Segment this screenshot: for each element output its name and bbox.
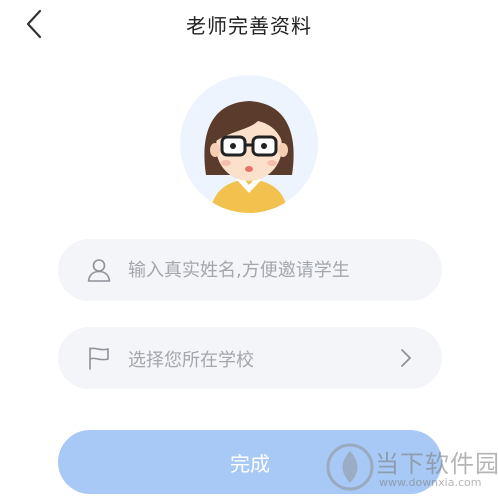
user-icon (87, 259, 111, 282)
watermark-en-text: www.downxia.com (379, 476, 482, 489)
name-input[interactable] (128, 239, 418, 301)
watermark: 当下软件园 www.downxia.com (325, 440, 498, 496)
header-bar: 老师完善资料 (0, 0, 498, 48)
school-select-label: 选择您所在学校 (128, 350, 254, 371)
page-title: 老师完善资料 (186, 14, 312, 38)
downxia-logo-icon (326, 443, 374, 491)
name-field[interactable] (58, 239, 442, 301)
teacher-avatar-icon (180, 75, 318, 213)
chevron-right-icon (401, 349, 411, 367)
flag-icon (89, 347, 109, 370)
watermark-cn-text: 当下软件园 (375, 450, 498, 478)
school-select[interactable]: 选择您所在学校 (58, 327, 442, 389)
avatar[interactable] (180, 75, 318, 213)
